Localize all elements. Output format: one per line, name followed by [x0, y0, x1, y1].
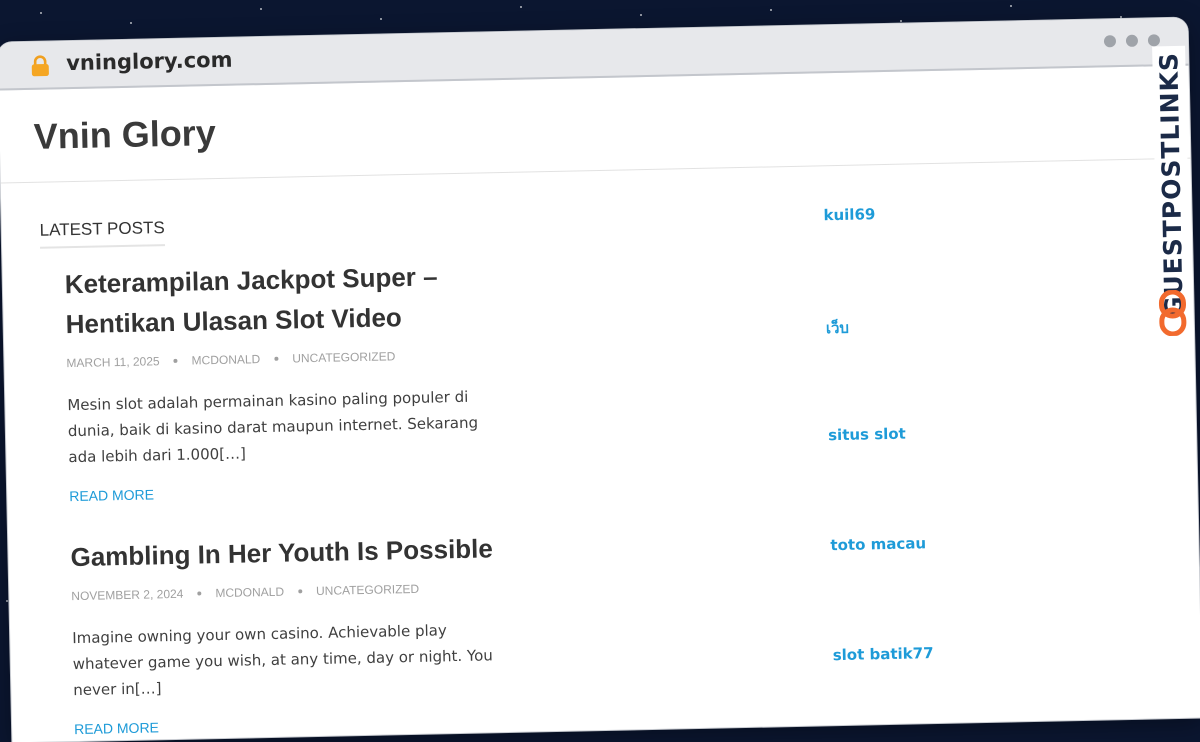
- meta-separator: [274, 356, 279, 361]
- post-item: Keterampilan Jackpot Super – Hentikan Ul…: [64, 255, 529, 506]
- sidebar-link[interactable]: situs slot: [828, 421, 1090, 536]
- meta-separator: [297, 589, 303, 594]
- window-dot-icon[interactable]: [1147, 34, 1161, 47]
- post-date[interactable]: MARCH 11, 2025: [66, 354, 159, 370]
- sidebar-link[interactable]: toto macau: [830, 531, 1092, 646]
- post-title[interactable]: Gambling In Her Youth Is Possible: [70, 528, 531, 578]
- meta-separator: [173, 358, 178, 363]
- meta-separator: [197, 591, 202, 596]
- guestpostlinks-badge: GUESTPOSTLINKS: [1150, 45, 1192, 347]
- post-excerpt: Mesin slot adalah permainan kasino palin…: [67, 387, 479, 467]
- sidebar-link[interactable]: เว็บ: [826, 311, 1088, 426]
- post-excerpt: Imagine owning your own casino. Achievab…: [72, 621, 493, 700]
- read-more-link[interactable]: READ MORE: [74, 719, 159, 737]
- site-title[interactable]: Vnin Glory: [33, 112, 216, 158]
- sidebar-link[interactable]: kuil69: [823, 201, 1085, 316]
- address-bar-url[interactable]: vninglory.com: [66, 48, 233, 75]
- post-author[interactable]: MCDONALD: [191, 352, 260, 367]
- chain-link-icon: [1158, 289, 1187, 337]
- post-category[interactable]: UNCATEGORIZED: [292, 349, 395, 365]
- post-category[interactable]: UNCATEGORIZED: [316, 582, 419, 598]
- post-date[interactable]: NOVEMBER 2, 2024: [71, 587, 183, 603]
- post-meta: NOVEMBER 2, 2024 MCDONALD UNCATEGORIZED: [71, 579, 531, 603]
- post-title[interactable]: Keterampilan Jackpot Super – Hentikan Ul…: [64, 255, 526, 345]
- post-author[interactable]: MCDONALD: [215, 585, 284, 600]
- window-dot-icon[interactable]: [1103, 35, 1117, 48]
- sidebar-link[interactable]: slot batik77: [833, 641, 1095, 742]
- post-meta: MARCH 11, 2025 MCDONALD UNCATEGORIZED: [66, 347, 526, 370]
- lock-icon: [31, 55, 49, 77]
- section-title: LATEST POSTS: [39, 218, 166, 249]
- badge-text: GUESTPOSTLINKS: [1152, 45, 1191, 324]
- read-more-link[interactable]: READ MORE: [69, 486, 154, 504]
- post-item: Gambling In Her Youth Is Possible NOVEMB…: [70, 528, 534, 739]
- window-dot-icon[interactable]: [1125, 34, 1139, 47]
- sidebar: kuil69 เว็บ situs slot toto macau slot b…: [823, 201, 1094, 742]
- browser-window: vninglory.com Vnin Glory LATEST POSTS Ke…: [0, 17, 1200, 742]
